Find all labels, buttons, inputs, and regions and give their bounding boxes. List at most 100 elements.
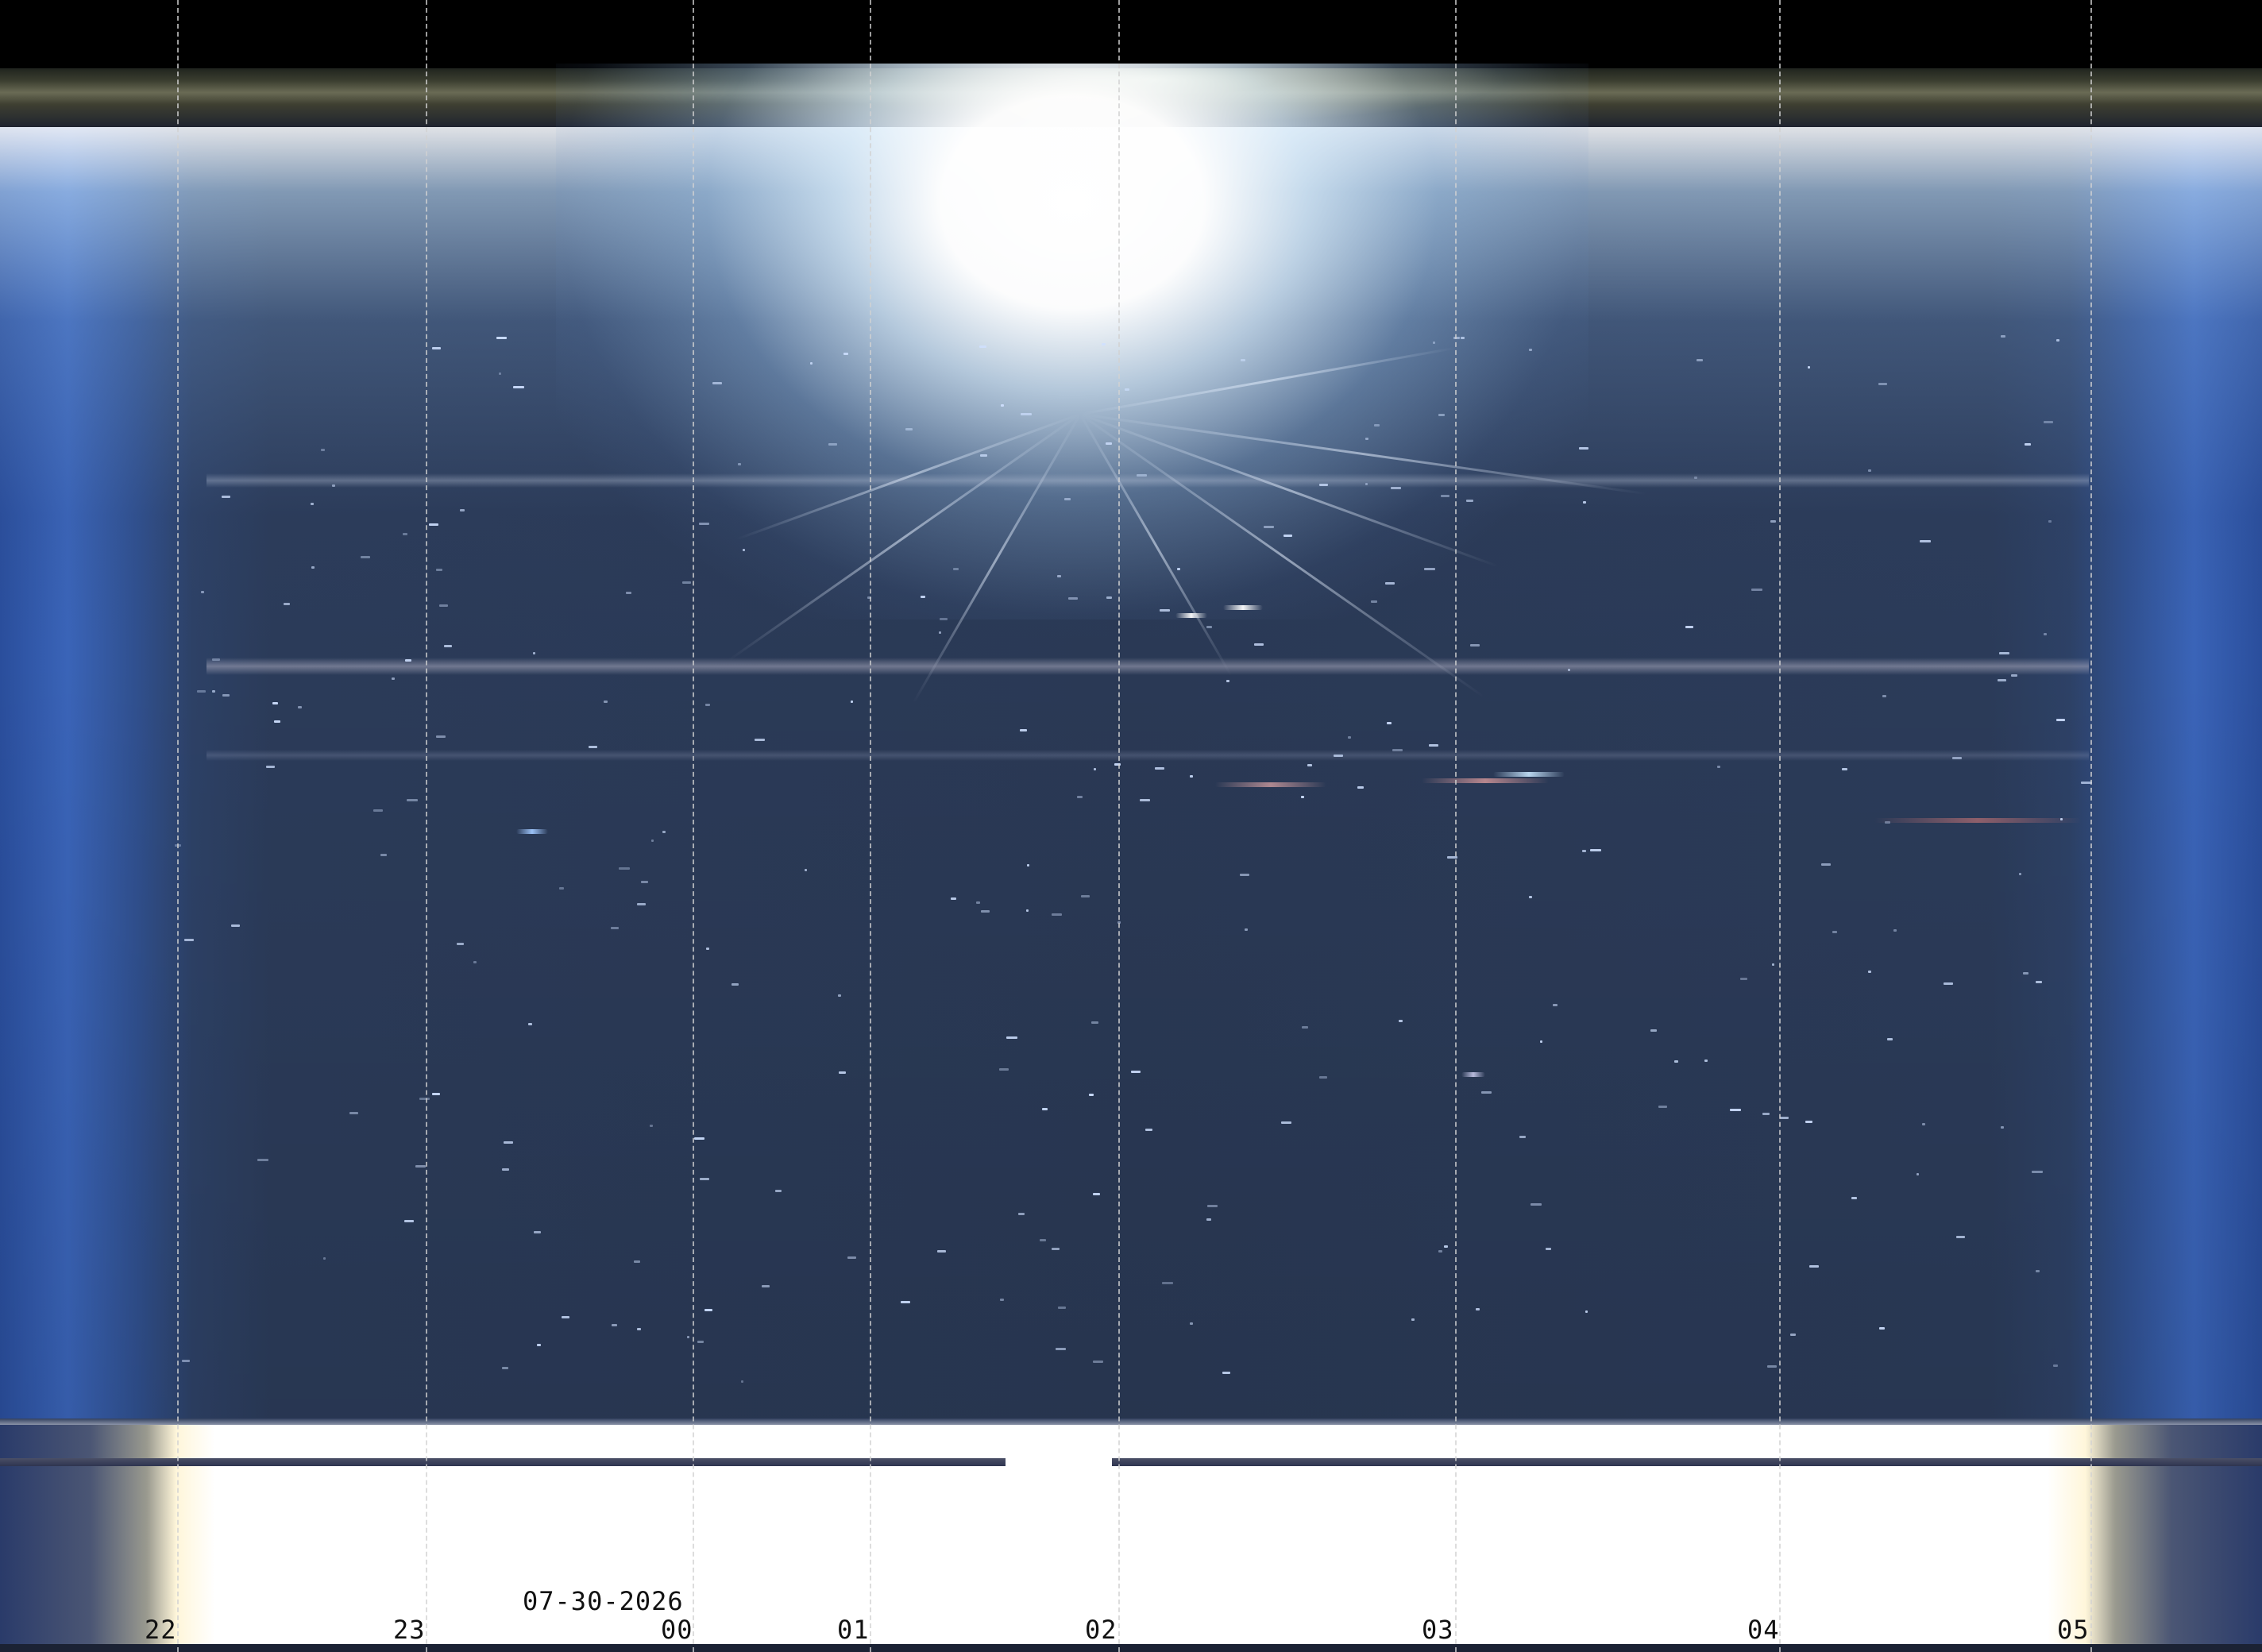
star-trail <box>619 867 630 870</box>
star-trail <box>1093 1193 1100 1195</box>
star-trail <box>706 948 709 950</box>
star-trail <box>1922 1123 1925 1125</box>
star-trail <box>1319 484 1328 486</box>
star-trail <box>1696 359 1703 361</box>
star-trail <box>201 591 204 593</box>
star-trail <box>1040 1239 1046 1241</box>
star-trail <box>1531 1203 1542 1206</box>
star-trail <box>1385 582 1395 585</box>
star-trail <box>1106 596 1112 599</box>
star-trail <box>1476 1308 1480 1310</box>
top-black-border <box>0 0 2262 70</box>
star-trail <box>1466 500 1473 502</box>
star-trail <box>1772 963 1774 966</box>
haze-band-middle <box>207 658 2089 675</box>
star-trail <box>504 1141 513 1144</box>
star-trail <box>738 463 741 465</box>
star-trail <box>1374 424 1380 427</box>
star-trail <box>212 658 220 661</box>
star-trail <box>697 1341 704 1343</box>
star-trail <box>403 533 407 535</box>
star-trail <box>1730 1109 1741 1111</box>
star-trail <box>1411 1318 1415 1321</box>
star-trail <box>694 1137 704 1140</box>
star-trail <box>1770 520 1776 523</box>
star-trail <box>1999 652 2009 654</box>
star-trail <box>2056 339 2059 342</box>
star-trail <box>323 1257 326 1260</box>
star-trail <box>473 961 477 963</box>
star-trail <box>637 1328 641 1330</box>
bottom-dark-stripe-left <box>0 1458 1006 1466</box>
star-trail <box>626 592 631 594</box>
star-trail <box>1042 1108 1048 1110</box>
star-trail <box>392 677 395 680</box>
star-trail <box>1851 1197 1857 1199</box>
hour-label-23: 23 <box>393 1615 426 1645</box>
star-trail <box>651 840 654 842</box>
star-trail <box>419 1098 430 1100</box>
light-streak <box>1223 605 1263 610</box>
star-trail <box>828 443 837 446</box>
star-trail <box>2056 719 2065 721</box>
star-trail <box>1529 896 1532 898</box>
star-trail <box>1140 799 1150 801</box>
star-trail <box>741 1380 743 1383</box>
star-trail <box>1433 342 1435 344</box>
star-trail <box>2044 633 2047 635</box>
star-trail <box>1461 337 1465 339</box>
star-trail <box>429 523 438 526</box>
star-trail <box>1365 483 1368 485</box>
star-trail <box>1809 1265 1819 1268</box>
star-trail <box>1081 895 1090 897</box>
star-trail <box>1568 669 1570 671</box>
star-trail <box>405 659 411 662</box>
star-trail <box>650 1125 653 1127</box>
star-trail <box>184 939 194 941</box>
light-streak <box>1175 613 1207 618</box>
star-trail <box>1020 729 1027 731</box>
star-trail <box>1006 1036 1017 1039</box>
star-trail <box>1885 821 1890 824</box>
star-trail <box>1920 540 1931 542</box>
star-trail <box>1590 849 1601 851</box>
star-trail <box>439 604 448 607</box>
star-trail <box>641 881 648 883</box>
star-trail <box>2001 1126 2004 1129</box>
star-trail <box>407 799 418 801</box>
star-trail <box>1444 1245 1448 1248</box>
star-trail <box>311 503 314 505</box>
star-trail <box>1762 1113 1770 1115</box>
star-trail <box>682 581 691 584</box>
star-trail <box>1832 931 1837 933</box>
star-trail <box>976 901 980 904</box>
star-trail <box>1026 909 1029 912</box>
star-trail <box>901 1301 910 1303</box>
star-trail <box>432 1093 440 1095</box>
star-trail <box>1357 786 1364 789</box>
star-trail <box>1438 414 1445 416</box>
star-trail <box>2032 1171 2043 1173</box>
hour-gridline <box>1455 0 1457 1652</box>
star-trail <box>1387 722 1392 724</box>
star-trail <box>700 1178 709 1180</box>
star-trail <box>533 652 535 654</box>
star-trail <box>1392 749 1403 751</box>
star-trail <box>1177 568 1180 570</box>
star-trail <box>2048 520 2052 523</box>
star-trail <box>499 372 501 375</box>
star-trail <box>612 1324 617 1326</box>
star-trail <box>2023 972 2028 975</box>
star-trail <box>604 701 608 703</box>
star-trail <box>755 739 765 741</box>
hour-label-22: 22 <box>145 1615 177 1645</box>
star-trail <box>1222 1372 1230 1374</box>
star-trail <box>1077 796 1083 798</box>
keogram-frame: 07-30-2026 22 23 00 01 02 03 04 05 <box>0 0 2262 1652</box>
star-trail <box>1805 1121 1812 1123</box>
star-trail <box>502 1367 508 1369</box>
hour-label-00: 00 <box>661 1615 693 1645</box>
star-trail <box>705 704 710 706</box>
star-trail <box>284 603 290 605</box>
star-trail <box>1438 1250 1442 1253</box>
